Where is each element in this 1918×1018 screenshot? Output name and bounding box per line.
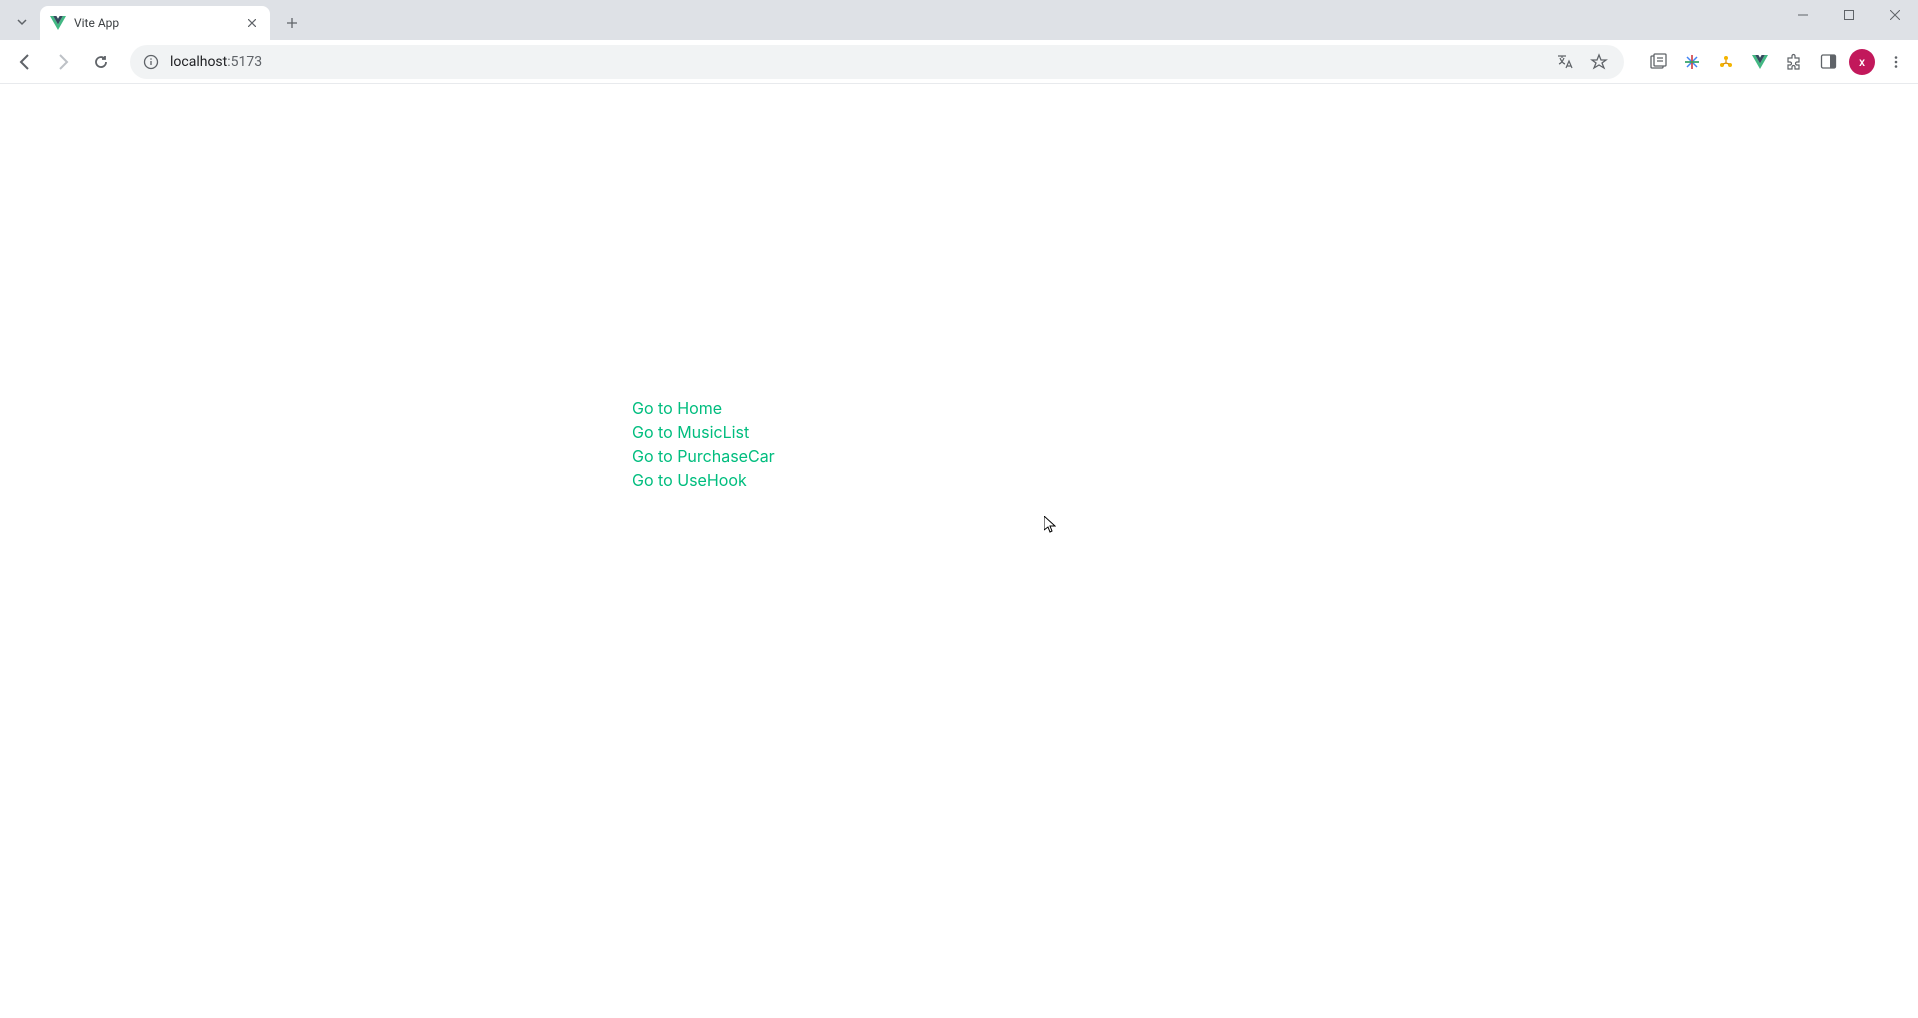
window-controls [1780, 0, 1918, 40]
tab-search-button[interactable] [8, 8, 36, 36]
vue-devtools-icon[interactable] [1746, 48, 1774, 76]
profile-avatar[interactable]: x [1848, 48, 1876, 76]
extension-1-icon[interactable] [1678, 48, 1706, 76]
window-close-button[interactable] [1872, 0, 1918, 30]
translate-icon[interactable] [1552, 49, 1578, 75]
reading-list-icon[interactable] [1644, 48, 1672, 76]
site-info-icon[interactable] [142, 53, 160, 71]
window-minimize-button[interactable] [1780, 0, 1826, 30]
nav-links: Go to Home Go to MusicList Go to Purchas… [632, 396, 775, 492]
forward-button[interactable] [46, 45, 80, 79]
link-purchasecar[interactable]: Go to PurchaseCar [632, 444, 775, 468]
address-bar[interactable]: localhost:5173 [130, 45, 1624, 79]
tab-title: Vite App [74, 16, 236, 30]
chrome-menu-button[interactable] [1882, 48, 1910, 76]
side-panel-icon[interactable] [1814, 48, 1842, 76]
back-button[interactable] [8, 45, 42, 79]
window-maximize-button[interactable] [1826, 0, 1872, 30]
browser-tab-strip: Vite App [0, 0, 1918, 40]
browser-toolbar: localhost:5173 x [0, 40, 1918, 84]
extensions-icon[interactable] [1780, 48, 1808, 76]
bookmark-icon[interactable] [1586, 49, 1612, 75]
link-home[interactable]: Go to Home [632, 396, 775, 420]
url-host: localhost [170, 54, 227, 70]
url-port: :5173 [227, 54, 262, 70]
page-viewport: Go to Home Go to MusicList Go to Purchas… [0, 84, 1918, 1018]
url-text: localhost:5173 [170, 54, 1542, 70]
link-musiclist[interactable]: Go to MusicList [632, 420, 775, 444]
cursor-icon [1044, 516, 1056, 534]
reload-button[interactable] [84, 45, 118, 79]
link-usehook[interactable]: Go to UseHook [632, 468, 775, 492]
browser-tab[interactable]: Vite App [40, 6, 270, 40]
vue-favicon-icon [50, 15, 66, 31]
new-tab-button[interactable] [278, 9, 306, 37]
extension-2-icon[interactable] [1712, 48, 1740, 76]
tab-close-button[interactable] [244, 15, 260, 31]
